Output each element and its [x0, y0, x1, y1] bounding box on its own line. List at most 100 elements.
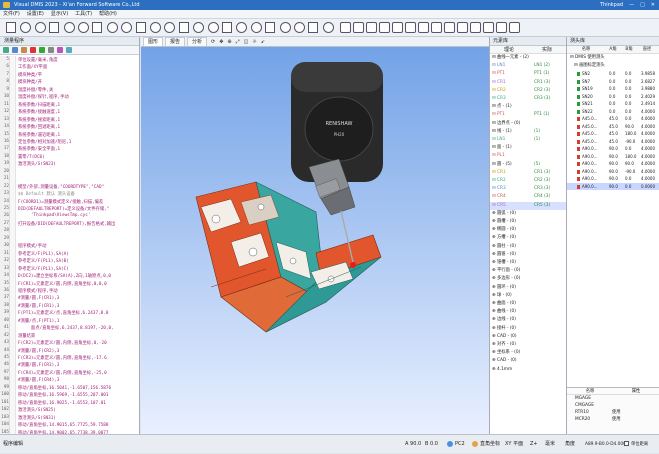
feature-row[interactable]: ⊕ 球 - (0) — [490, 292, 566, 300]
code-line[interactable]: 激活测头/S(SN23) — [18, 161, 56, 167]
close-button[interactable]: ✕ — [651, 0, 655, 10]
status-checkbox[interactable]: 单位距离 — [624, 435, 648, 454]
measure-tool-icon[interactable] — [193, 22, 205, 33]
code-line[interactable]: 模型/外部,测量设备,"COORDTYPE","CAD" — [18, 184, 104, 190]
probe-row[interactable]: SN21 0.0 0.0 2.4914 — [567, 100, 659, 107]
tab-report[interactable]: 报告 — [165, 37, 186, 46]
code-line[interactable]: 程序模式/手动 — [18, 243, 46, 249]
property-row[interactable]: MCR20 使用 — [567, 416, 659, 423]
code-line[interactable]: 参考定义/F(PL1),SA(B) — [18, 258, 69, 264]
feature-row[interactable]: ⊟ PT1 PT1 (1) — [490, 111, 566, 119]
code-line[interactable]: 温度补偿/探针,程序,手动 — [18, 94, 69, 100]
tool2-6-icon[interactable] — [418, 22, 429, 33]
feature-row[interactable]: ⊟ CR3 CR3 (3) — [490, 95, 566, 103]
code-line[interactable]: 定位参数/相对加速/阻尼,1 — [18, 139, 71, 145]
code-line[interactable]: 模块种类/开 — [18, 79, 42, 85]
tool2-1-icon[interactable] — [353, 22, 364, 33]
checkbox-icon[interactable] — [624, 441, 629, 446]
status-coord-system[interactable]: PC2 — [447, 435, 465, 454]
feature-row[interactable]: ⊕ 圆锥 - (0) — [490, 251, 566, 259]
tab-graphics[interactable]: 图形 — [143, 37, 164, 46]
ellipse-tool-icon[interactable] — [63, 22, 75, 33]
code-line[interactable]: #测量/圆,F(CR1),3 — [18, 303, 59, 309]
run-icon[interactable] — [39, 47, 45, 53]
probe-panel-tab[interactable]: 测头库 — [567, 37, 659, 46]
probe-row[interactable]: SN2 0.0 0.0 3.9858 — [567, 70, 659, 77]
feature-row[interactable]: ⊕ 多边形 - (0) — [490, 275, 566, 283]
slot-tool-icon[interactable] — [121, 22, 133, 33]
feature-row[interactable]: ⊟ 点 - (1) — [490, 103, 566, 111]
tool2-7-icon[interactable] — [431, 22, 442, 33]
code-line[interactable]: $$ Default 默认 测头设备 — [18, 191, 75, 197]
distance-tool-icon[interactable] — [265, 22, 276, 33]
tool2-2-icon[interactable] — [366, 22, 377, 33]
feature-row[interactable]: ⊟ CR4 CR4 (3) — [490, 193, 566, 201]
probe-row[interactable]: A45.0... 45.0 -90.0 4.0000 — [567, 138, 659, 145]
feature-row[interactable]: ⊕ 圆柱 - (0) — [490, 243, 566, 251]
probe-row[interactable]: A90.0... 90.0 180.0 4.0000 — [567, 153, 659, 160]
gear-tool-icon[interactable] — [322, 22, 334, 33]
code-line[interactable]: F(CR2)=元素定义/圆,内侧,直角坐标,0,-20 — [18, 340, 107, 346]
code-line[interactable]: 单位设置/毫米,角度 — [18, 57, 58, 63]
code-line[interactable]: F(PT1)=元素定义/点,直角坐标,6.2437,8.8 — [18, 310, 108, 316]
menu-help[interactable]: 帮助(H) — [99, 10, 117, 18]
step-icon[interactable] — [48, 47, 54, 53]
probe-tool-icon[interactable] — [222, 22, 232, 33]
feature-row[interactable]: ⊟ CR5 CR5 (3) — [490, 201, 566, 210]
code-line[interactable]: 置零/T(DC0) — [18, 154, 45, 160]
mirror-tool-icon[interactable] — [236, 22, 248, 33]
feature-row[interactable]: ⊟ PL1 — [490, 152, 566, 160]
feature-row[interactable]: ⊕ 边线 - (0) — [490, 316, 566, 324]
code-line[interactable]: #测量/点,F(PT1),1 — [18, 318, 59, 324]
save-icon[interactable] — [21, 47, 27, 53]
code-line[interactable]: 面点/直角坐标,6.2437,8.8197,-20,0, — [18, 325, 114, 331]
cone-tool-icon[interactable] — [92, 22, 103, 33]
menu-settings[interactable]: 设置(E) — [27, 10, 44, 18]
feature-row[interactable]: ⊟ CR2 CR2 (3) — [490, 177, 566, 185]
feature-row[interactable]: ⊕ 曲面 - (0) — [490, 300, 566, 308]
probe-row[interactable]: A90.0... 90.0 0.0 0.0000 — [567, 182, 659, 190]
probe-row[interactable]: A45.0... 45.0 90.0 4.0000 — [567, 123, 659, 130]
status-plane[interactable]: XY 平面 — [505, 435, 523, 454]
code-line[interactable]: 移动/直角坐标,14.9015,65.7725,59.7588 — [18, 422, 108, 428]
curve-tool-icon[interactable] — [135, 22, 146, 33]
surface-tool-icon[interactable] — [150, 22, 161, 33]
probe-row[interactable]: SN7 0.0 0.0 2.6827 — [567, 78, 659, 85]
zoom-icon[interactable]: ⊕ — [227, 38, 231, 46]
code-line[interactable]: 系统参数/安全平面,1 — [18, 146, 60, 152]
code-line[interactable]: 激活测头/S(SN25) — [18, 407, 56, 413]
tab-analysis[interactable]: 分析 — [187, 37, 208, 46]
code-line[interactable]: 工作面/XY平面 — [18, 64, 47, 70]
sphere-tool-icon[interactable] — [106, 22, 118, 33]
feature-row[interactable]: ⊕ 圆弧 - (0) — [490, 210, 566, 218]
cad-scene[interactable]: RENISHAW PH20 — [141, 47, 489, 434]
code-line[interactable]: #测量/圆,F(CR2),3 — [18, 348, 59, 354]
feature-row[interactable]: ⊟ PT1 PT1 (1) — [490, 70, 566, 78]
code-line[interactable]: 系统参数/搜索距离,1 — [18, 117, 60, 123]
feature-row[interactable]: ⊕ 4.1mm — [490, 366, 566, 374]
feature-row[interactable]: ⊟ CR2 CR2 (3) — [490, 87, 566, 95]
feature-row[interactable]: ⊟ LN1 LN1 (2) — [490, 62, 566, 70]
probe-row[interactable]: A90.0... 90.0 0.0 4.0000 — [567, 175, 659, 182]
code-line[interactable]: 系统参数/回退距离,1 — [18, 124, 60, 130]
cad-tool-icon[interactable] — [178, 22, 189, 33]
probe-row[interactable]: SN22 0.0 0.0 4.0000 — [567, 108, 659, 115]
feature-row[interactable]: ⊕ CAD - (0) — [490, 333, 566, 341]
stop-icon[interactable] — [30, 47, 36, 53]
code-line[interactable]: 系统参数/接触速度,1 — [18, 109, 60, 115]
debug-icon[interactable] — [57, 47, 63, 53]
find-icon[interactable] — [66, 47, 72, 53]
probe-row[interactable]: A90.0... 90.0 90.0 4.0000 — [567, 160, 659, 167]
code-line[interactable]: 移动/直角坐标,16.9025,-1.6553,107.01 — [18, 400, 106, 406]
feature-row[interactable]: ⊕ 锥槽 - (0) — [490, 259, 566, 267]
probe-row[interactable]: A90.0... 90.0 -90.0 4.0000 — [567, 168, 659, 175]
code-line[interactable]: 激活测头/S(SN31) — [18, 415, 56, 421]
tool2-9-icon[interactable] — [457, 22, 468, 33]
code-line[interactable]: F(CR1)=元素定义/圆,内侧,直角坐标,0,0,0 — [18, 281, 107, 287]
feature-row[interactable]: ⊟ LN1 (1) — [490, 136, 566, 144]
check-tool-icon[interactable] — [250, 22, 262, 33]
tool2-13-icon[interactable] — [509, 22, 520, 33]
menu-tools[interactable]: 工具(T) — [75, 10, 92, 18]
maximize-button[interactable]: □ — [640, 0, 645, 10]
code-line[interactable]: 参考定义/F(PL1),SA(C) — [18, 266, 69, 272]
